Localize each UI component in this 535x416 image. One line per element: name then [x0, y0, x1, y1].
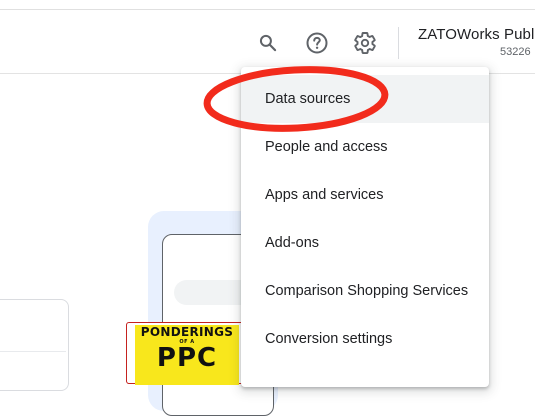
help-button[interactable]: [300, 26, 334, 60]
search-icon: [258, 33, 278, 53]
settings-button[interactable]: [348, 26, 382, 60]
top-border: [0, 9, 535, 10]
menu-item-people-and-access[interactable]: People and access: [241, 123, 489, 171]
book-cover: PONDERINGS OF A PPC: [135, 325, 239, 385]
search-button[interactable]: [251, 26, 285, 60]
menu-item-apps-and-services[interactable]: Apps and services: [241, 171, 489, 219]
account-name: ZATOWorks Publis: [418, 26, 535, 43]
header-divider: [398, 27, 399, 59]
account-id: 53226: [500, 46, 531, 58]
book-title: PONDERINGS: [140, 325, 234, 339]
help-icon: [305, 31, 329, 55]
menu-item-add-ons[interactable]: Add-ons: [241, 219, 489, 267]
menu-item-comparison-shopping-services[interactable]: Comparison Shopping Services: [241, 267, 489, 315]
settings-menu: Data sources People and access Apps and …: [241, 67, 489, 387]
menu-item-data-sources[interactable]: Data sources: [241, 75, 489, 123]
account-switcher[interactable]: ZATOWorks Publis 53226: [418, 26, 535, 58]
settings-icon: [353, 31, 377, 55]
background-card-divider: [0, 351, 66, 352]
book-illustration: PONDERINGS OF A PPC: [126, 322, 244, 385]
book-big-text: PPC: [156, 343, 218, 373]
background-card: [0, 299, 69, 391]
menu-item-conversion-settings[interactable]: Conversion settings: [241, 315, 489, 363]
